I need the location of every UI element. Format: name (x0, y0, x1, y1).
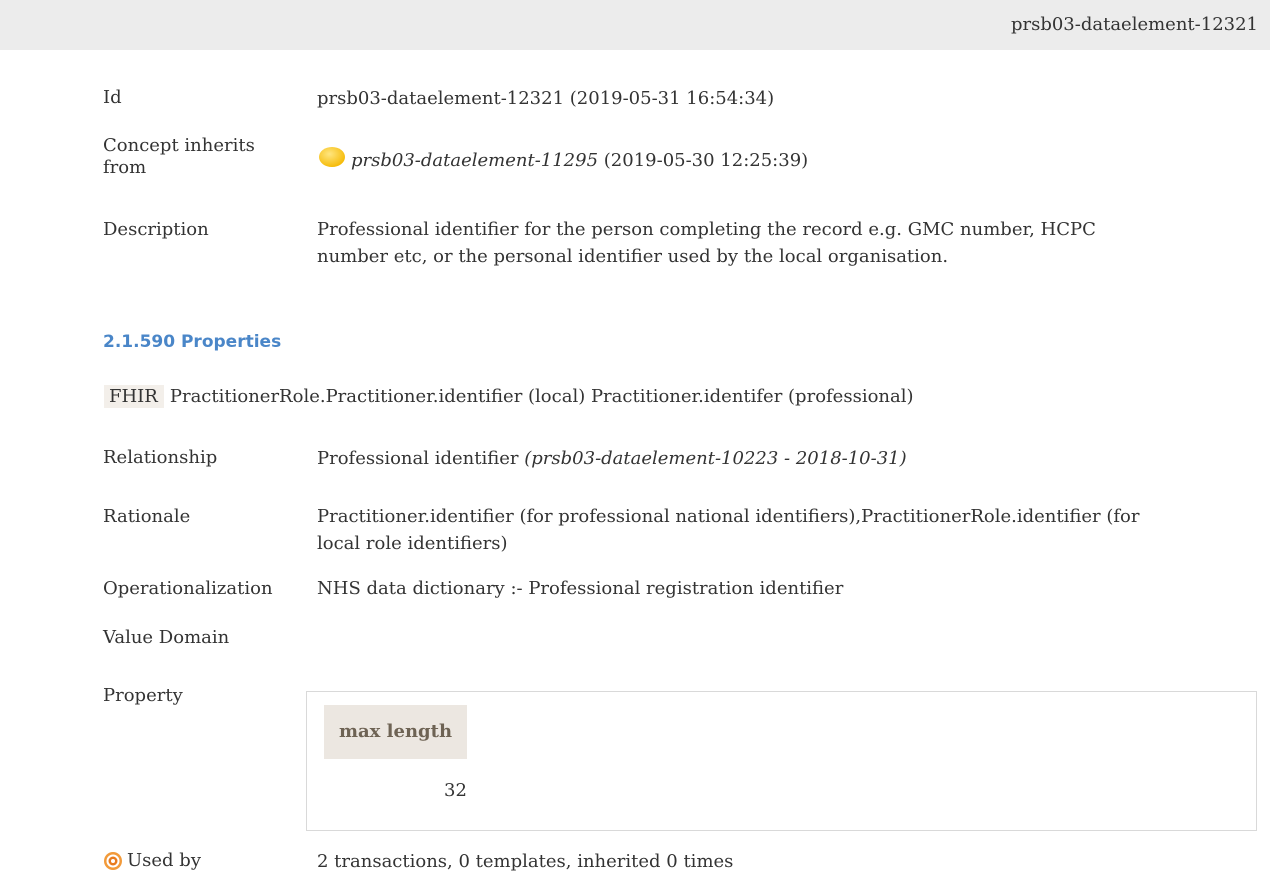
property-header: max length (324, 705, 467, 759)
operationalization-label: Operationalization (103, 578, 273, 599)
properties-title: 2.1.590 Properties (103, 332, 282, 352)
inherits-label-line1: Concept inherits (103, 135, 255, 156)
description-value: Professional identifier for the person c… (317, 216, 1197, 270)
used-by-value: 2 transactions, 0 templates, inherited 0… (317, 851, 734, 872)
inherits-date: (2019-05-30 12:25:39) (603, 150, 809, 171)
property-label: Property (103, 685, 183, 706)
value-domain-label: Value Domain (103, 627, 230, 648)
rationale-line2: local role identifiers) (317, 533, 508, 554)
relationship-ref[interactable]: (prsb03-dataelement-10223 - 2018-10-31) (524, 448, 906, 469)
description-line1: Professional identifier for the person c… (317, 219, 1096, 240)
inherits-link[interactable]: prsb03-dataelement-11295 (351, 150, 598, 171)
relationship-name: Professional identifier (317, 448, 519, 469)
sun-icon (319, 147, 345, 167)
description-line2: number etc, or the personal identifier u… (317, 246, 949, 267)
rationale-line1: Practitioner.identifier (for professiona… (317, 506, 1140, 527)
header-bar: prsb03-dataelement-12321 (0, 0, 1270, 50)
concept-id-title: prsb03-dataelement-12321 (1010, 14, 1258, 35)
fhir-badge: FHIR (104, 385, 164, 408)
rationale-label: Rationale (103, 506, 191, 527)
used-by-label: Used by (127, 850, 201, 871)
description-label: Description (103, 219, 209, 240)
property-value: 32 (444, 780, 467, 801)
inherits-value: prsb03-dataelement-11295 (2019-05-30 12:… (317, 146, 1197, 174)
rationale-value: Practitioner.identifier (for professiona… (317, 503, 1197, 557)
operationalization-value: NHS data dictionary :- Professional regi… (317, 578, 844, 599)
fhir-text: PractitionerRole.Practitioner.identifier… (169, 386, 914, 407)
id-value: prsb03-dataelement-12321 (2019-05-31 16:… (317, 88, 775, 109)
property-box: max length 32 (306, 691, 1257, 831)
id-label: Id (103, 87, 122, 108)
relationship-label: Relationship (103, 447, 218, 468)
fhir-row: FHIR PractitionerRole.Practitioner.identi… (104, 385, 914, 408)
inherits-label: Concept inherits from (103, 135, 293, 179)
target-icon (104, 852, 122, 870)
relationship-value: Professional identifier (prsb03-dataelem… (317, 445, 1197, 472)
inherits-label-line2: from (103, 157, 147, 178)
